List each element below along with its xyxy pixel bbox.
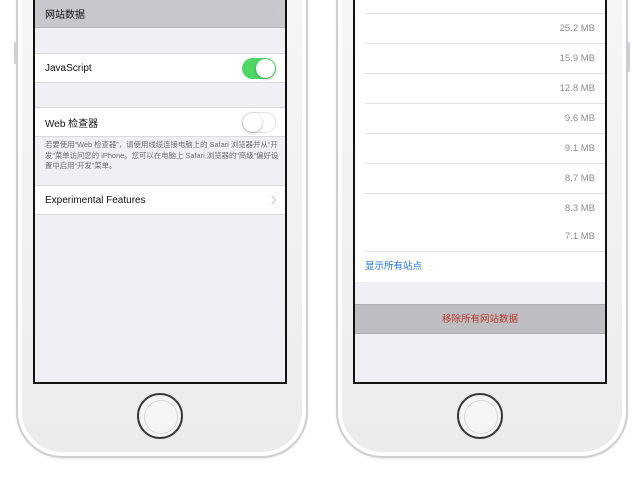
site-size: 8.3 MB <box>564 203 595 214</box>
site-size: 8.7 MB <box>564 173 595 184</box>
web-inspector-row: Web 检查器 <box>35 107 285 137</box>
site-size: 9.1 MB <box>564 143 595 154</box>
chevron-right-icon <box>267 195 277 205</box>
javascript-row: JavaScript <box>35 53 285 83</box>
site-size: 25.2 MB <box>559 23 595 34</box>
web-inspector-toggle[interactable] <box>242 111 276 133</box>
home-button[interactable] <box>457 393 503 439</box>
site-row[interactable]: 9.6 MB <box>355 104 605 134</box>
site-row-top <box>355 0 605 14</box>
website-data-row[interactable]: 网站数据 <box>35 0 285 28</box>
site-row[interactable]: 9.1 MB <box>355 134 605 164</box>
volume-button <box>14 42 17 64</box>
site-row[interactable]: 25.2 MB <box>355 14 605 44</box>
javascript-toggle[interactable] <box>242 57 276 79</box>
site-row[interactable]: 8.7 MB <box>355 164 605 194</box>
chevron-right-icon <box>267 9 277 18</box>
site-size: 15.9 MB <box>559 53 595 64</box>
website-data-screen: 25.2 MB 15.9 MB 12.8 MB 9.6 MB 9.1 MB 8.… <box>353 0 607 384</box>
remove-all-website-data-button[interactable]: 移除所有网站数据 <box>355 304 605 334</box>
site-size: 12.8 MB <box>559 83 595 94</box>
site-row[interactable]: 15.9 MB <box>355 44 605 74</box>
site-size: 9.6 MB <box>564 113 595 124</box>
website-data-label: 网站数据 <box>45 10 85 21</box>
web-inspector-label: Web 检查器 <box>45 118 99 130</box>
web-inspector-footnote: 若要使用“Web 检查器”，请使用线缆连接电脑上的 Safari 浏览器并从“开… <box>45 140 279 170</box>
safari-advanced-settings-screen: 网站数据 JavaScript Web 检查器 若要使用“Web 检查器”，请使… <box>33 0 287 384</box>
power-button <box>627 42 630 72</box>
site-size: 7.1 MB <box>564 231 595 242</box>
show-all-sites-link[interactable]: 显示所有站点 <box>355 252 605 282</box>
toggle-knob <box>243 112 262 132</box>
toggle-knob <box>256 58 275 78</box>
home-button[interactable] <box>137 393 183 439</box>
site-row[interactable]: 7.1 MB <box>355 222 605 252</box>
experimental-features-label: Experimental Features <box>45 194 146 206</box>
site-row[interactable]: 12.8 MB <box>355 74 605 104</box>
experimental-features-row[interactable]: Experimental Features <box>35 185 285 215</box>
javascript-label: JavaScript <box>45 62 92 74</box>
site-row[interactable]: 8.3 MB <box>355 194 605 224</box>
